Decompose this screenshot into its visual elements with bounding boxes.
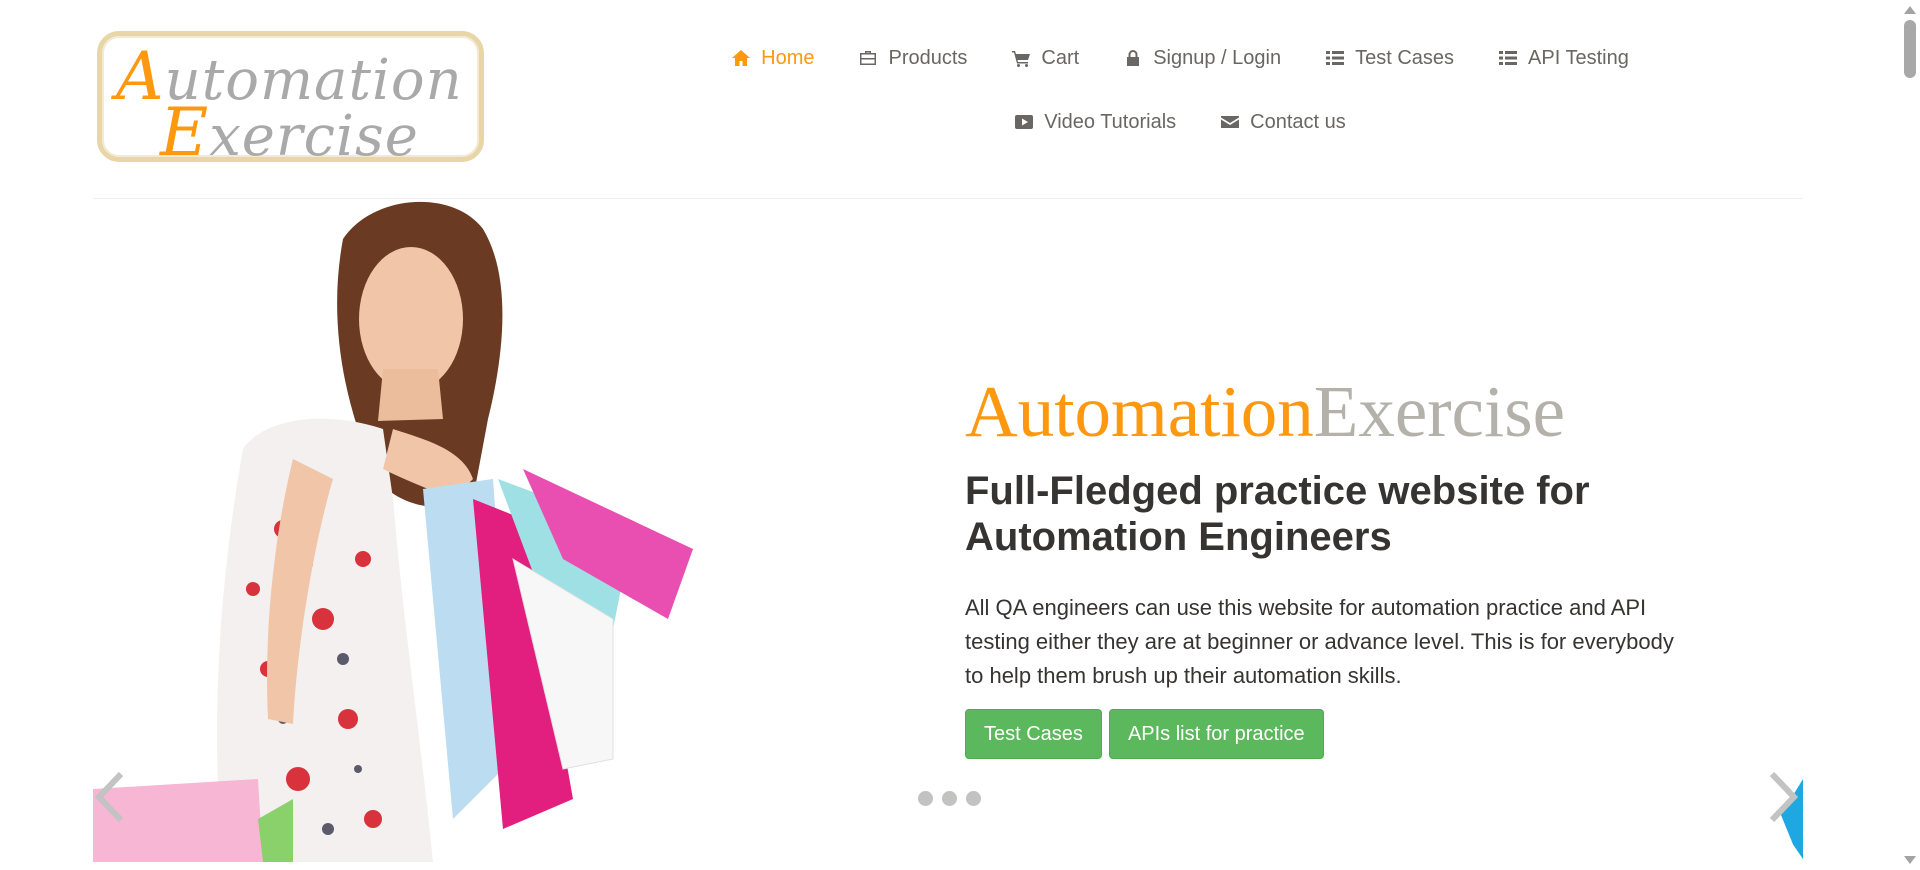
slider-indicators <box>918 791 981 806</box>
slide-buttons: Test Cases APIs list for practice <box>965 709 1685 759</box>
shopping-cart-icon <box>1012 51 1031 67</box>
slide-brand-title: AutomationExercise <box>965 375 1685 448</box>
nav-cart-label: Cart <box>1041 46 1080 69</box>
nav-signup-login-label: Signup / Login <box>1153 46 1282 69</box>
nav-video-tutorials-label: Video Tutorials <box>1044 110 1177 133</box>
scroll-up-arrow-icon[interactable] <box>1904 6 1916 14</box>
nav-cart[interactable]: Cart <box>1011 44 1079 72</box>
scrollbar-thumb[interactable] <box>1904 20 1916 78</box>
nav-products-label: Products <box>888 46 968 69</box>
brand-exercise: Exercise <box>1313 371 1566 452</box>
scroll-down-arrow-icon[interactable] <box>1904 856 1916 864</box>
nav-products[interactable]: Products <box>858 44 967 72</box>
brand-automation: Automation <box>965 371 1314 452</box>
hero-slider: AutomationExercise Full-Fledged practice… <box>93 199 1803 862</box>
nav-signup-login[interactable]: Signup / Login <box>1123 44 1281 72</box>
slide-indicator-3[interactable] <box>966 791 981 806</box>
lock-icon <box>1127 50 1140 66</box>
slide-indicator-1[interactable] <box>918 791 933 806</box>
nav-home[interactable]: Home <box>731 44 814 72</box>
slide-description: All QA engineers can use this website fo… <box>965 595 1674 688</box>
home-icon <box>732 50 751 66</box>
nav-contact-us-label: Contact us <box>1250 110 1346 133</box>
nav-test-cases[interactable]: Test Cases <box>1325 44 1454 72</box>
nav-api-testing[interactable]: API Testing <box>1498 44 1629 72</box>
main-nav: Home Products Cart Signup / Login Test C… <box>690 44 1670 136</box>
youtube-play-icon <box>1015 115 1034 129</box>
nav-api-testing-label: API Testing <box>1528 46 1629 69</box>
chevron-left-icon <box>94 771 124 823</box>
page: Automation Exercise Home Products Cart S… <box>0 0 1920 870</box>
slider-prev-control[interactable] <box>93 764 133 830</box>
nav-video-tutorials[interactable]: Video Tutorials <box>1014 108 1176 136</box>
site-logo[interactable]: Automation Exercise <box>97 31 484 171</box>
slide-headline: Full-Fledged practice website for Automa… <box>965 469 1590 559</box>
list-icon <box>1326 51 1345 65</box>
test-cases-button[interactable]: Test Cases <box>965 709 1102 759</box>
nav-contact-us[interactable]: Contact us <box>1220 108 1346 136</box>
girl-shopping-bags-image <box>93 201 693 862</box>
chevron-right-icon <box>1769 771 1799 823</box>
slide-indicator-2[interactable] <box>942 791 957 806</box>
apis-list-button[interactable]: APIs list for practice <box>1108 709 1324 759</box>
page-scrollbar[interactable] <box>1900 0 1920 870</box>
list-icon <box>1499 51 1518 65</box>
briefcase-icon <box>860 51 877 65</box>
logo-line-2: Exercise <box>160 94 419 171</box>
slider-next-control[interactable] <box>1760 764 1800 830</box>
slide-caption: AutomationExercise Full-Fledged practice… <box>965 375 1685 759</box>
nav-test-cases-label: Test Cases <box>1355 46 1455 69</box>
nav-home-label: Home <box>761 46 815 69</box>
envelope-icon <box>1221 116 1240 128</box>
